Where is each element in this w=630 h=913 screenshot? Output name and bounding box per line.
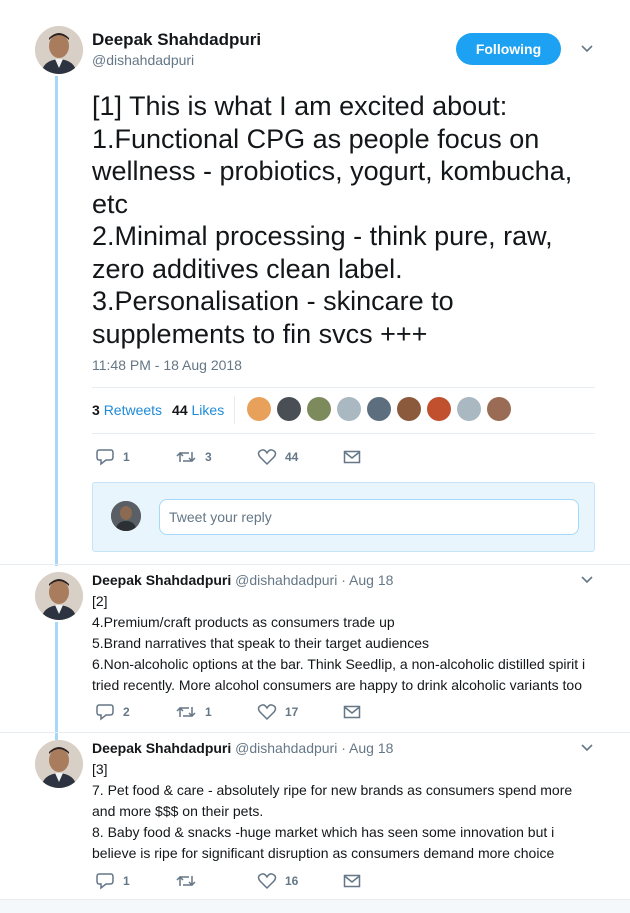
author-handle[interactable]: @dishahdadpuri <box>92 52 194 68</box>
tweet-text-line: and more $$$ on their pets. <box>92 803 264 819</box>
liker-avatar[interactable] <box>337 397 361 421</box>
avatar[interactable] <box>35 572 83 620</box>
tweet-text-line: wellness - probiotics, yogurt, kombucha, <box>92 156 573 186</box>
tweet-text-line: [2] <box>92 593 108 609</box>
retweet-icon <box>176 875 196 887</box>
tweet-text-line: [1] This is what I am excited about: <box>92 91 508 121</box>
like-action[interactable]: 17 <box>257 703 343 721</box>
chevron-down-icon[interactable] <box>580 44 594 54</box>
tweet-text-line: 3.Personalisation - skincare to <box>92 286 454 316</box>
tweet-text-line: 5.Brand narratives that speak to their t… <box>92 635 429 651</box>
liker-avatar[interactable] <box>307 397 331 421</box>
retweet-action[interactable]: 3 <box>175 449 257 465</box>
liker-avatar[interactable] <box>487 397 511 421</box>
tweet-text-line: tried recently. More alcohol consumers a… <box>92 677 582 693</box>
page-footer-strip <box>0 899 630 913</box>
direct-message-action[interactable] <box>343 705 361 719</box>
like-action[interactable]: 16 <box>257 872 343 890</box>
liker-avatar[interactable] <box>367 397 391 421</box>
liker-avatar[interactable] <box>247 397 271 421</box>
tweet-actions: 2 1 17 <box>95 703 361 721</box>
envelope-icon <box>343 874 361 888</box>
envelope-icon <box>343 450 361 464</box>
tweet-text: [3] 7. Pet food & care - absolutely ripe… <box>92 759 602 864</box>
user-photo <box>111 501 141 531</box>
divider <box>0 564 630 565</box>
thread-connector-line <box>55 76 58 566</box>
separator-dot: · <box>341 572 346 588</box>
liker-avatars <box>247 397 511 421</box>
profile-photo <box>35 26 83 74</box>
tweet-actions: 1 3 44 <box>95 448 361 466</box>
tweet-text-line: zero additives clean label. <box>92 253 403 284</box>
heart-icon <box>257 449 277 466</box>
retweet-icon <box>176 451 196 463</box>
tweet-text-line: supplements to fin svcs +++ <box>92 318 428 349</box>
liker-avatar[interactable] <box>427 397 451 421</box>
thread-connector-line <box>55 622 58 740</box>
reply-action[interactable]: 1 <box>95 448 175 466</box>
author-handle[interactable]: @dishahdadpuri <box>235 740 337 756</box>
profile-photo <box>35 572 83 620</box>
author-name[interactable]: Deepak Shahdadpuri <box>92 740 231 756</box>
author-handle[interactable]: @dishahdadpuri <box>235 572 337 588</box>
tweet-text-line: 6.Non-alcoholic options at the bar. Thin… <box>92 656 586 672</box>
reply-icon <box>96 449 114 466</box>
avatar[interactable] <box>35 26 83 74</box>
divider <box>92 433 595 434</box>
tweet-actions: 1 16 <box>95 872 361 890</box>
author-name[interactable]: Deepak Shahdadpuri <box>92 30 261 50</box>
chevron-down-icon[interactable] <box>580 575 594 585</box>
retweet-action[interactable]: 1 <box>175 704 257 720</box>
reply-icon <box>96 873 114 890</box>
liker-avatar[interactable] <box>457 397 481 421</box>
liker-avatar[interactable] <box>397 397 421 421</box>
retweet-action[interactable] <box>175 873 257 889</box>
reply-composer: Tweet your reply <box>92 482 595 552</box>
tweet-text-line: 2.Minimal processing - think pure, raw, <box>92 221 553 251</box>
tweet-text-line: 4.Premium/craft products as consumers tr… <box>92 614 395 630</box>
tweet-text: [2] 4.Premium/craft products as consumer… <box>92 591 602 696</box>
likes-stat[interactable]: 44 Likes <box>172 402 224 418</box>
direct-message-action[interactable] <box>343 450 361 464</box>
following-button[interactable]: Following <box>456 33 561 65</box>
tweet-text-line: [3] <box>92 761 108 777</box>
reply-input[interactable]: Tweet your reply <box>159 499 579 535</box>
tweet-date[interactable]: Aug 18 <box>349 572 393 588</box>
tweet-header: Deepak Shahdadpuri @dishahdadpuri · Aug … <box>92 572 393 588</box>
divider <box>0 732 630 733</box>
direct-message-action[interactable] <box>343 874 361 888</box>
heart-icon <box>257 873 277 890</box>
profile-photo <box>35 740 83 788</box>
chevron-down-icon[interactable] <box>580 743 594 753</box>
liker-avatar[interactable] <box>277 397 301 421</box>
avatar[interactable] <box>35 740 83 788</box>
tweet-header: Deepak Shahdadpuri @dishahdadpuri · Aug … <box>92 740 393 756</box>
tweet-text-line: 7. Pet food & care - absolutely ripe for… <box>92 782 573 798</box>
separator-dot: · <box>341 740 346 756</box>
tweet-text-line: 1.Functional CPG as people focus on <box>92 123 540 154</box>
tweet-text-line: etc <box>92 188 129 219</box>
tweet-text-line: believe is ripe for significant disrupti… <box>92 845 555 861</box>
tweet-text: [1] This is what I am excited about: 1.F… <box>92 90 612 350</box>
retweet-icon <box>176 706 196 718</box>
envelope-icon <box>343 705 361 719</box>
reply-icon <box>96 704 114 721</box>
reply-action[interactable]: 2 <box>95 703 175 721</box>
tweet-timestamp[interactable]: 11:48 PM - 18 Aug 2018 <box>92 357 242 373</box>
divider <box>234 396 235 424</box>
avatar <box>111 501 141 531</box>
retweets-stat[interactable]: 3 Retweets <box>92 402 162 418</box>
tweet-text-line: 8. Baby food & snacks -huge market which… <box>92 824 555 840</box>
divider <box>92 387 595 388</box>
author-name[interactable]: Deepak Shahdadpuri <box>92 572 231 588</box>
tweet-date[interactable]: Aug 18 <box>349 740 393 756</box>
tweet-stats: 3 Retweets 44 Likes <box>92 402 224 418</box>
reply-action[interactable]: 1 <box>95 872 175 890</box>
heart-icon <box>257 704 277 721</box>
like-action[interactable]: 44 <box>257 448 343 466</box>
